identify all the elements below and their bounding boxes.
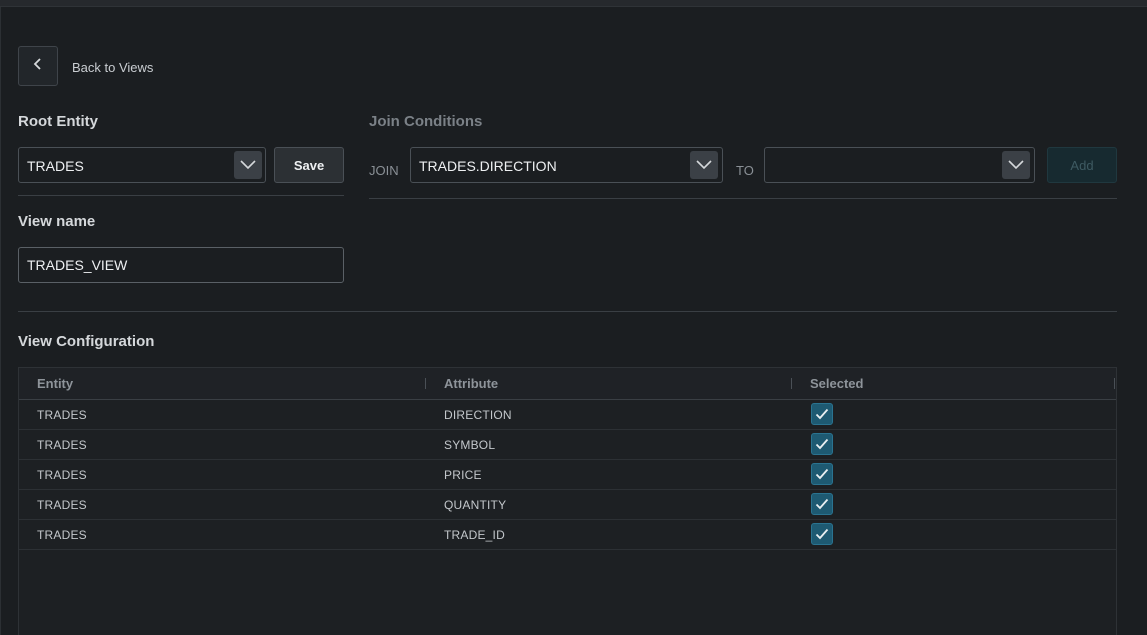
- view-configuration-title: View Configuration: [18, 333, 155, 350]
- entity-cell: TRADES: [37, 438, 87, 452]
- column-resize-handle[interactable]: [791, 378, 792, 389]
- table-row[interactable]: TRADES PRICE: [19, 459, 1116, 490]
- view-configuration-grid: Entity Attribute Selected TRADES DIRECTI…: [18, 367, 1117, 635]
- view-name-title: View name: [18, 213, 96, 230]
- check-icon: [815, 408, 829, 420]
- root-entity-select[interactable]: TRADES: [18, 147, 266, 183]
- top-bar: [0, 0, 1147, 7]
- selected-checkbox[interactable]: [811, 493, 833, 515]
- root-entity-value: TRADES: [27, 158, 84, 174]
- check-icon: [815, 468, 829, 480]
- entity-cell: TRADES: [37, 498, 87, 512]
- chevron-down-icon[interactable]: [234, 151, 262, 179]
- check-icon: [815, 498, 829, 510]
- chevron-down-icon[interactable]: [690, 151, 718, 179]
- attribute-cell: SYMBOL: [444, 438, 496, 452]
- attribute-cell: PRICE: [444, 468, 482, 482]
- check-icon: [815, 438, 829, 450]
- column-header-attribute[interactable]: Attribute: [444, 376, 498, 391]
- attribute-cell: TRADE_ID: [444, 528, 505, 542]
- selected-checkbox[interactable]: [811, 433, 833, 455]
- add-button[interactable]: Add: [1047, 147, 1117, 183]
- to-select[interactable]: [764, 147, 1035, 183]
- root-entity-title: Root Entity: [18, 113, 98, 130]
- column-header-selected[interactable]: Selected: [810, 376, 863, 391]
- chevron-down-icon[interactable]: [1002, 151, 1030, 179]
- table-row[interactable]: TRADES DIRECTION: [19, 399, 1116, 430]
- check-icon: [815, 528, 829, 540]
- column-header-entity[interactable]: Entity: [37, 376, 73, 391]
- join-divider: [369, 198, 1117, 199]
- join-conditions-title: Join Conditions: [369, 113, 483, 130]
- attribute-cell: DIRECTION: [444, 408, 512, 422]
- join-value: TRADES.DIRECTION: [419, 158, 557, 174]
- back-to-views-link[interactable]: Back to Views: [72, 60, 153, 75]
- attribute-cell: QUANTITY: [444, 498, 507, 512]
- entity-cell: TRADES: [37, 528, 87, 542]
- entity-cell: TRADES: [37, 468, 87, 482]
- section-divider: [18, 311, 1117, 312]
- table-row[interactable]: TRADES QUANTITY: [19, 489, 1116, 520]
- selected-checkbox[interactable]: [811, 403, 833, 425]
- back-button[interactable]: [18, 46, 58, 86]
- join-label: JOIN: [369, 163, 399, 178]
- chevron-left-icon: [33, 57, 43, 76]
- grid-header: Entity Attribute Selected: [19, 368, 1116, 400]
- root-entity-divider: [18, 195, 344, 196]
- selected-checkbox[interactable]: [811, 523, 833, 545]
- join-select[interactable]: TRADES.DIRECTION: [410, 147, 723, 183]
- view-name-input[interactable]: [18, 247, 344, 283]
- table-row[interactable]: TRADES SYMBOL: [19, 429, 1116, 460]
- selected-checkbox[interactable]: [811, 463, 833, 485]
- save-button[interactable]: Save: [274, 147, 344, 183]
- entity-cell: TRADES: [37, 408, 87, 422]
- to-label: TO: [736, 163, 754, 178]
- column-resize-handle[interactable]: [425, 378, 426, 389]
- left-divider: [0, 7, 1, 635]
- table-row[interactable]: TRADES TRADE_ID: [19, 519, 1116, 550]
- column-resize-handle[interactable]: [1114, 378, 1115, 389]
